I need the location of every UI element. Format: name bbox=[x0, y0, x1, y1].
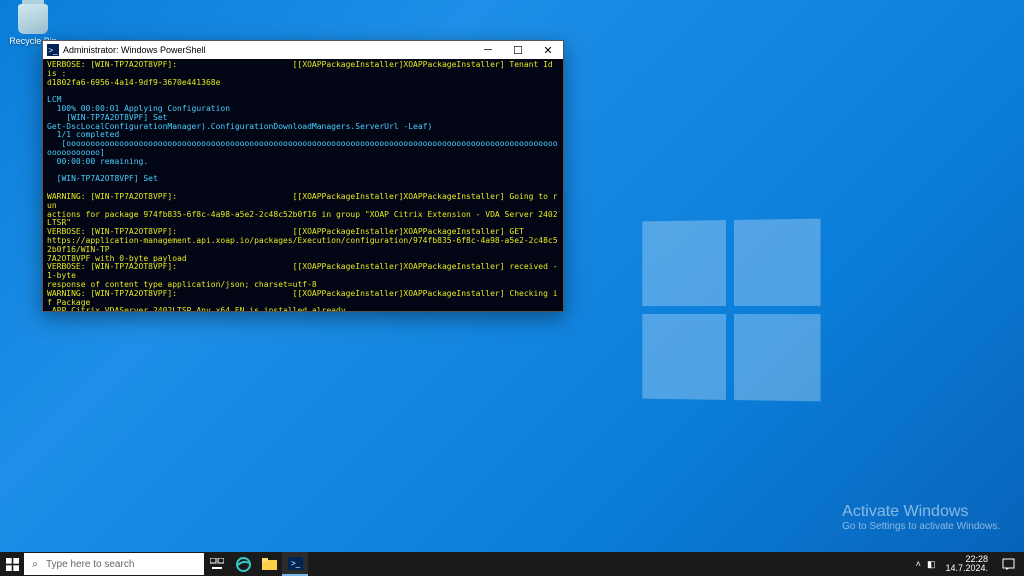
notification-icon[interactable] bbox=[998, 552, 1018, 576]
windows-logo-wallpaper bbox=[642, 219, 820, 402]
search-box[interactable]: ⌕ Type here to search bbox=[24, 553, 204, 575]
tray-app-icon[interactable]: ◧ bbox=[927, 559, 936, 570]
file-explorer-icon[interactable] bbox=[256, 552, 282, 576]
recycle-bin-icon bbox=[18, 4, 48, 34]
search-placeholder: Type here to search bbox=[46, 559, 134, 570]
terminal-output[interactable]: VERBOSE: [WIN-TP7A2OT8VPF]: [[XOAPPackag… bbox=[43, 59, 563, 311]
minimize-button[interactable]: ─ bbox=[473, 44, 503, 56]
titlebar[interactable]: >_ Administrator: Windows PowerShell ─ ☐… bbox=[43, 41, 563, 59]
clock[interactable]: 22:28 14.7.2024. bbox=[941, 555, 992, 573]
date-text: 14.7.2024. bbox=[945, 564, 988, 573]
system-tray[interactable]: ˄ ◧ 22:28 14.7.2024. bbox=[916, 552, 1024, 576]
activate-windows-watermark: Activate Windows Go to Settings to activ… bbox=[842, 503, 1000, 532]
tray-chevron-icon[interactable]: ˄ bbox=[916, 559, 921, 569]
maximize-button[interactable]: ☐ bbox=[503, 44, 533, 57]
powershell-window[interactable]: >_ Administrator: Windows PowerShell ─ ☐… bbox=[42, 40, 564, 312]
window-title: Administrator: Windows PowerShell bbox=[63, 45, 473, 55]
powershell-icon: >_ bbox=[47, 44, 59, 56]
edge-icon[interactable] bbox=[230, 552, 256, 576]
powershell-taskbar-icon[interactable]: >_ bbox=[282, 552, 308, 576]
svg-text:>_: >_ bbox=[291, 559, 301, 568]
start-button[interactable] bbox=[0, 552, 24, 576]
search-icon: ⌕ bbox=[24, 559, 46, 570]
activate-title: Activate Windows bbox=[842, 503, 1000, 521]
activate-subtitle: Go to Settings to activate Windows. bbox=[842, 521, 1000, 532]
close-button[interactable]: ✕ bbox=[533, 44, 563, 57]
task-view-button[interactable] bbox=[204, 552, 230, 576]
taskbar[interactable]: ⌕ Type here to search >_ ˄ ◧ 22:28 14.7.… bbox=[0, 552, 1024, 576]
